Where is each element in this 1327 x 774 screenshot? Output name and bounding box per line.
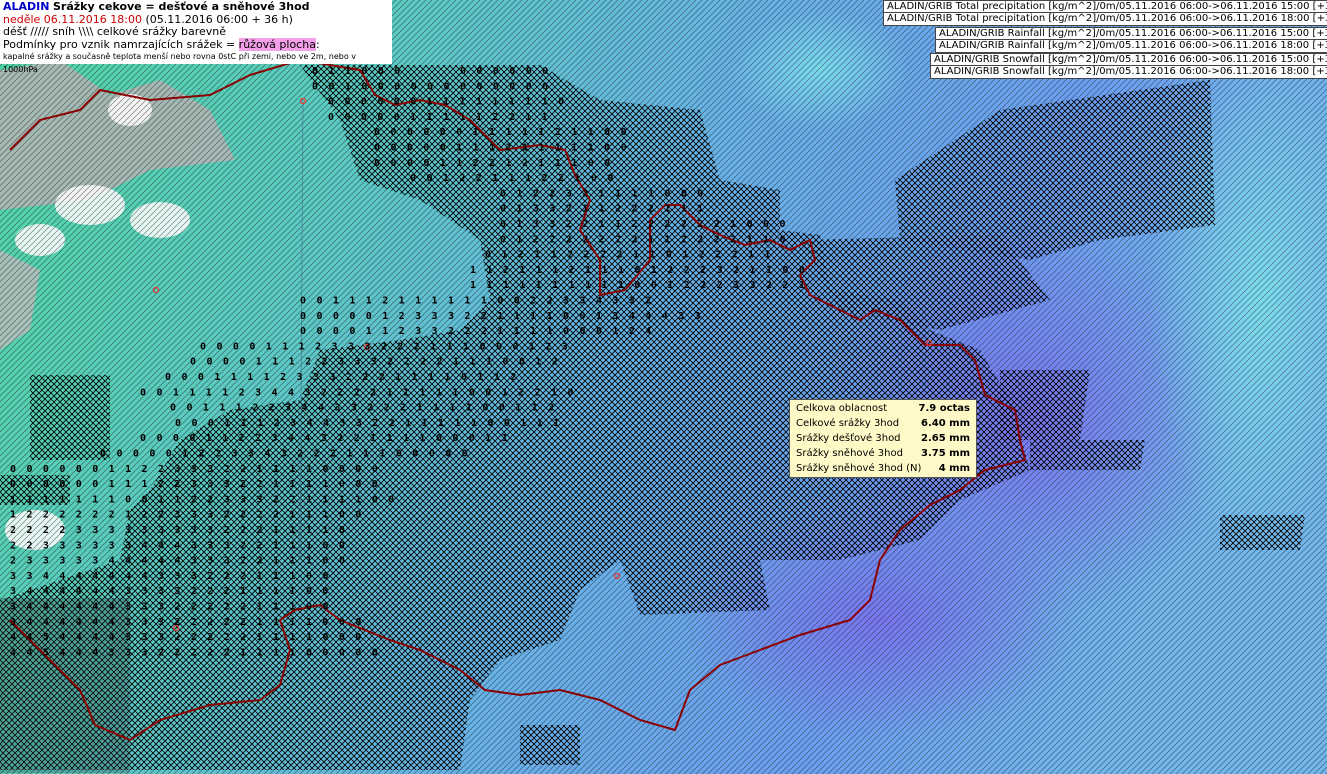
grid-value-row: 1 1 2 1 1 1 2 1 1 1 0 1 2 2 2 3 2 1 1 0 … [470, 265, 807, 276]
grid-value-row: 0 0 0 0 0 0 1 1 1 1 1 2 1 1 0 0 [374, 127, 629, 138]
brand-label: ALADIN [3, 0, 50, 13]
legend-freezing-suffix: : [315, 37, 320, 51]
legend-freezing-note: kapalné srážky a současně teplota menší … [3, 52, 357, 74]
grid-value-row: 0 1 3 3 2 1 1 2 2 2 1 1 1 [500, 204, 706, 215]
grid-value-row: 2 2 3 3 3 3 3 3 4 4 4 3 3 3 2 2 1 1 1 0 … [10, 540, 347, 551]
grid-value-row: 0 0 1 1 1 2 1 1 1 1 1 1 0 0 2 2 3 3 4 3 … [300, 296, 653, 307]
forecast-date: neděle 06.11.2016 18:00 [3, 12, 142, 26]
grid-value-row: 0 0 0 0 0 0 1 1 1 1 1 1 1 1 0 [328, 97, 566, 108]
grid-value-row: 2 2 2 2 3 3 3 3 3 3 3 3 3 2 2 2 1 1 1 1 … [10, 525, 347, 536]
grid-value-row: 0 0 0 0 0 0 1 1 2 2 3 3 3 2 2 1 1 1 1 0 … [10, 464, 380, 475]
grid-value-row: 3 4 4 4 4 4 4 3 3 3 2 2 2 2 2 1 1 1 0 0 [10, 602, 331, 613]
grid-value-row: 0 0 1 1 1 1 2 3 4 4 3 2 2 2 2 1 1 1 1 1 … [140, 387, 576, 398]
grid-value-row: 0 1 2 2 3 2 1 1 1 1 0 0 0 [500, 188, 706, 199]
grid-value-row: 0 0 0 0 1 1 1 2 2 3 3 3 2 2 2 2 1 1 1 0 … [190, 357, 560, 368]
tooltip-value: 4 mm [938, 463, 970, 474]
precipitation-map[interactable]: 0 1 1 0 0 0 0 0 0 0 0 00 0 1 0 0 0 0 0 0… [0, 0, 1327, 774]
map-title: Srážky cekove = dešťové a sněhové 3hod [52, 0, 310, 13]
tooltip-row-snow: Srážky sněhové 3hod 3.75 mm [796, 446, 970, 461]
grid-value-row: 1 2 2 2 2 2 2 1 2 2 3 3 3 2 2 2 2 1 1 1 … [10, 510, 363, 521]
grid-value-row: 0 0 1 2 2 1 1 1 2 2 1 0 0 [410, 173, 616, 184]
tooltip-label: Srážky sněhové 3hod [796, 448, 903, 459]
tooltip-value: 6.40 mm [921, 418, 970, 429]
grid-value-row: 1 1 1 1 1 1 1 0 0 1 1 2 2 3 3 3 2 2 1 1 … [10, 494, 396, 505]
grid-value-row: 0 0 0 0 1 1 2 2 1 2 1 1 1 0 0 [374, 158, 612, 169]
grid-value-row: 0 0 0 0 0 1 2 2 3 3 4 3 2 2 2 1 1 1 0 0 … [100, 449, 470, 460]
tooltip-row-total: Celkové srážky 3hod 6.40 mm [796, 416, 970, 431]
tooltip-row-snow-n: Srážky sněhové 3hod (N) 4 mm [796, 461, 970, 476]
legend-panel: ALADIN Srážky cekove = dešťové a sněhové… [0, 0, 392, 74]
grid-value-row: 0 0 0 0 1 1 1 2 3 3 3 2 2 2 1 1 1 0 0 0 … [200, 341, 570, 352]
legend-freezing-prefix: Podmínky pro vznik namrzajících srážek = [3, 37, 239, 51]
tooltip-label: Srážky dešťové 3hod [796, 433, 901, 444]
tooltip-value: 7.9 octas [918, 403, 970, 414]
grid-value-row: 4 4 5 4 4 4 3 3 3 2 2 2 2 2 1 1 1 1 0 0 … [10, 647, 380, 658]
grid-value-row: 0 0 0 0 0 0 1 1 1 2 2 3 3 3 2 2 1 1 1 1 … [10, 479, 380, 490]
grid-value-row: 2 3 3 3 3 3 4 4 4 4 4 3 3 3 2 2 1 1 1 0 … [10, 556, 347, 567]
tooltip-row-cloud: Celkova oblacnost 7.9 octas [796, 401, 970, 416]
grid-value-row: 0 0 0 0 1 1 2 2 3 4 4 3 2 2 1 1 1 1 0 0 … [140, 433, 510, 444]
grid-value-row: 0 0 1 0 0 0 0 0 0 0 0 0 0 0 0 [312, 81, 550, 92]
source-label-snow-36h: ALADIN/GRIB Snowfall [kg/m^2]/0m/05.11.2… [930, 65, 1327, 79]
tooltip-label: Celkova oblacnost [796, 403, 888, 414]
grid-value-row: 1 1 1 1 1 1 1 1 1 1 0 0 1 2 2 2 3 3 2 2 … [470, 280, 807, 291]
grid-value-row: 0 0 0 1 1 1 1 2 3 3 3 2 2 2 1 1 1 1 0 1 … [165, 372, 518, 383]
grid-value-row: 0 0 0 1 1 1 2 3 4 4 3 3 2 2 1 1 1 1 1 0 … [175, 418, 561, 429]
grid-value-row: 0 0 1 1 1 2 2 3 4 4 3 3 2 2 2 1 1 1 1 0 … [170, 403, 556, 414]
tooltip-row-rain: Srážky dešťové 3hod 2.65 mm [796, 431, 970, 446]
source-label-rain-36h: ALADIN/GRIB Rainfall [kg/m^2]/0m/05.11.2… [935, 39, 1327, 53]
tooltip-label: Srážky sněhové 3hod (N) [796, 463, 922, 474]
run-info: (05.11.2016 06:00 + 36 h) [145, 12, 293, 26]
grid-value-row: 4 4 5 4 4 4 4 3 3 3 2 2 2 2 2 1 1 1 1 0 … [10, 632, 363, 643]
grid-value-row: 0 0 0 0 0 1 2 3 3 3 2 2 1 1 1 1 0 0 1 3 … [300, 311, 703, 322]
grid-value-row: 0 1 3 3 2 2 1 1 2 2 2 2 2 2 1 0 0 0 [500, 219, 788, 230]
point-tooltip: Celkova oblacnost 7.9 octas Celkové srážk… [789, 399, 977, 478]
source-label-total-36h: ALADIN/GRIB Total precipitation [kg/m^2]… [883, 12, 1327, 26]
grid-value-row: 0 0 0 0 1 1 2 3 3 2 2 2 1 1 1 1 0 0 0 1 … [300, 326, 653, 337]
grid-value-row: 0 1 2 2 2 2 2 2 2 1 1 2 2 2 2 1 1 0 [500, 234, 788, 245]
grid-value-row: 0 1 2 1 1 2 2 2 2 1 1 0 1 2 2 2 1 1 [485, 250, 773, 261]
legend-freezing-highlight: růžová plocha [238, 37, 316, 51]
grid-value-row: 3 4 4 4 4 4 4 3 3 3 3 2 2 2 1 1 1 1 0 0 [10, 586, 331, 597]
tooltip-value: 3.75 mm [921, 448, 970, 459]
grid-value-row: 0 0 0 0 0 1 1 1 2 1 1 1 1 1 0 0 [374, 143, 629, 154]
grid-value-row: 0 0 0 0 0 1 1 1 1 1 2 2 1 1 [328, 112, 550, 123]
grid-value-row: 3 4 4 4 4 4 4 3 3 3 2 2 2 2 2 1 1 1 1 0 … [10, 617, 363, 628]
tooltip-value: 2.65 mm [921, 433, 970, 444]
grid-value-row: 3 3 4 4 4 4 4 4 4 3 3 3 2 2 2 1 1 1 0 0 [10, 571, 331, 582]
tooltip-label: Celkové srážky 3hod [796, 418, 900, 429]
